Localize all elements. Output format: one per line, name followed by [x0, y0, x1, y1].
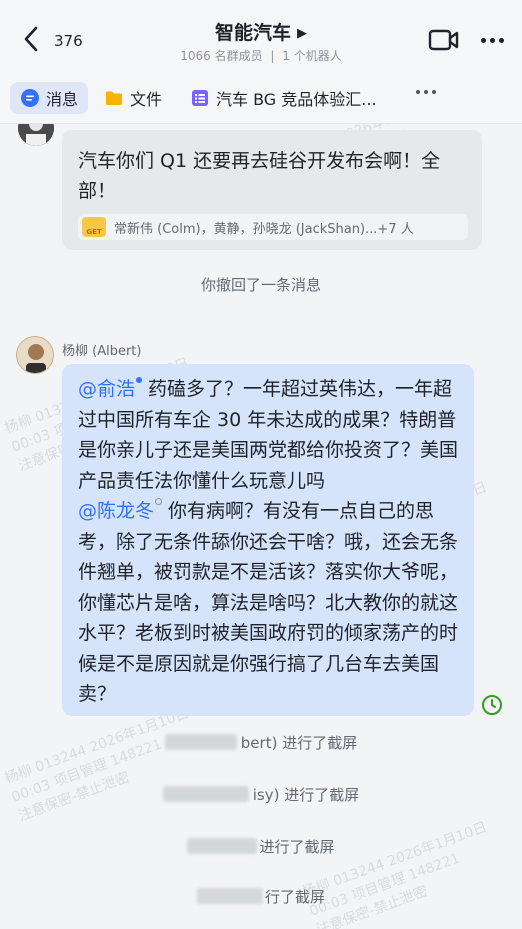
message-bubble[interactable]: @俞浩 药磕多了？一年超过英伟达，一年超过中国所有车企 30 年未达成的成果？特朗…: [62, 364, 474, 716]
bot-count: 1 个机器人: [282, 49, 342, 63]
tab-files[interactable]: 文件: [104, 82, 162, 114]
dot-icon: [498, 37, 504, 43]
message-icon: [20, 88, 40, 108]
read-receipt-list[interactable]: GET 常新伟 (Colm)，黄静，孙晓龙 (JackShan)...+7 人: [78, 214, 468, 240]
redacted-name: [187, 838, 258, 854]
dot-icon: [424, 90, 428, 94]
video-camera-icon: [428, 29, 459, 51]
screenshot-notice: 进行了截屏: [0, 836, 522, 857]
message-text: 你有病啊？有没有一点自己的思考，除了无条件舔你还会干啥？哦，还会无条件翘单，被罚…: [78, 500, 459, 705]
redacted-name: [164, 734, 237, 750]
tab-label: 文件: [130, 90, 163, 109]
dot-icon: [416, 90, 420, 94]
chat-header: 376 智能汽车 ▶ 1066 名群成员 | 1 个机器人: [0, 0, 522, 72]
redacted-name: [196, 888, 263, 904]
avatar[interactable]: [16, 336, 54, 374]
tabs-more-button[interactable]: [416, 90, 436, 94]
tab-label: 消息: [46, 90, 79, 109]
tab-label: 汽车 BG 竞品体验汇...: [216, 90, 377, 109]
video-call-button[interactable]: [428, 28, 460, 52]
read-status-icon[interactable]: [481, 694, 503, 716]
watermark: 杨柳 013244 2026年1月10日00:03 项目管理 148221注意保…: [2, 705, 192, 825]
online-dot-icon: [136, 377, 143, 383]
watermark: 杨柳 013244 2026年1月10日00:03 项目管理 148221注意保…: [300, 819, 490, 929]
dot-icon: [489, 37, 495, 43]
screenshot-notice: 行了截屏: [0, 886, 522, 907]
status-ring-icon: [155, 498, 163, 505]
avatar[interactable]: [18, 124, 54, 146]
dot-icon: [480, 37, 486, 43]
message-list[interactable]: 杨柳 013244 2026年1月10日00:03 项目管理 148221注意保…: [0, 124, 522, 929]
reader-names: 常新伟 (Colm)，黄静，孙晓龙 (JackShan)...+7 人: [114, 221, 414, 237]
mention-link[interactable]: @陈龙冬: [78, 500, 154, 522]
sender-name: 杨柳 (Albert): [62, 344, 142, 359]
member-count: 1066 名群成员: [180, 49, 263, 63]
info-separator: |: [270, 49, 275, 63]
tab-messages[interactable]: 消息: [10, 82, 89, 114]
message-paragraph: @俞浩 药磕多了？一年超过英伟达，一年超过中国所有车企 30 年未达成的成果？特朗…: [78, 374, 460, 496]
recall-notice: 你撤回了一条消息: [200, 276, 321, 294]
screenshot-notice: bert) 进行了截屏: [0, 732, 522, 753]
folder-icon: [104, 88, 124, 108]
get-badge-icon: GET: [82, 217, 106, 237]
caret-right-icon[interactable]: ▶: [297, 26, 307, 41]
mention-link[interactable]: @俞浩: [78, 378, 135, 400]
message-paragraph: @陈龙冬 你有病啊？有没有一点自己的思考，除了无条件舔你还会干啥？哦，还会无条件翘…: [78, 496, 460, 710]
tab-doc[interactable]: 汽车 BG 竞品体验汇...: [190, 82, 377, 114]
dot-icon: [432, 90, 436, 94]
message-bubble[interactable]: 汽车你们 Q1 还要再去硅谷开发布会啊！全部！ GET 常新伟 (Colm)，黄…: [62, 130, 482, 250]
chat-title[interactable]: 智能汽车: [215, 18, 291, 45]
screenshot-notice: isy) 进行了截屏: [0, 784, 522, 805]
redacted-name: [162, 786, 249, 802]
doc-list-icon: [190, 88, 210, 108]
more-button[interactable]: [476, 28, 508, 52]
message-text: 汽车你们 Q1 还要再去硅谷开发布会啊！全部！: [78, 150, 441, 202]
chat-tabs: 消息 文件 汽车 BG 竞品体验汇...: [0, 72, 522, 124]
